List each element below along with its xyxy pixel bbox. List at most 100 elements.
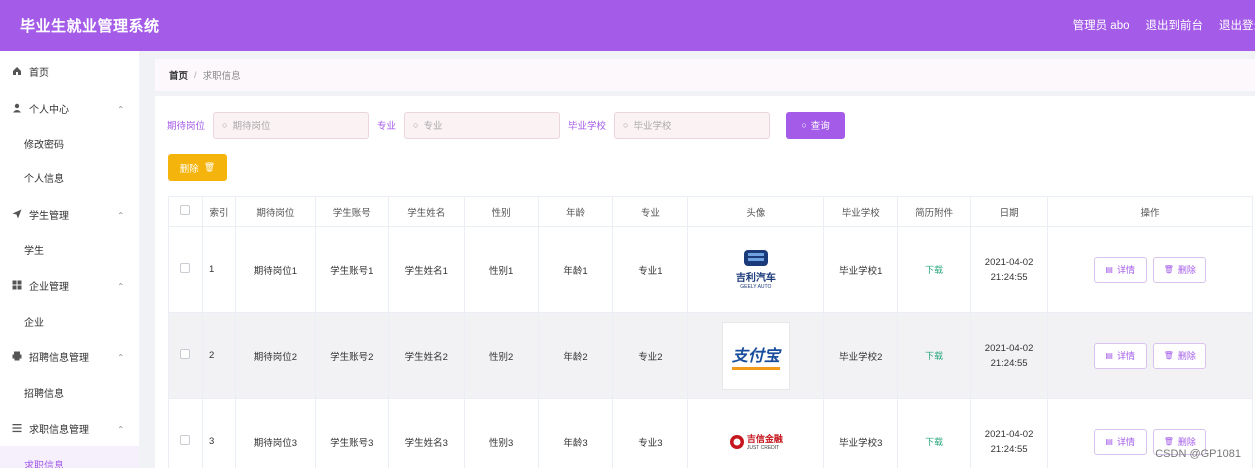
logout-link[interactable]: 退出登录 [1219,17,1255,33]
sidebar-sub-jobseek[interactable]: 求职信息 [0,446,139,468]
table-header-row: 索引 期待岗位 学生账号 学生姓名 性别 年龄 专业 头像 毕业学校 简历附件 … [168,196,1253,227]
select-all-checkbox[interactable] [180,205,191,215]
home-icon [12,66,22,76]
row-checkbox[interactable] [180,349,191,359]
download-link[interactable]: 下载 [925,265,943,275]
logo-subtext: GEELY AUTO [740,284,772,290]
sidebar-item-label: 首页 [29,67,49,79]
cell-index: 1 [201,226,236,313]
trash-icon: 🗑 [1163,437,1174,446]
school-search-input[interactable]: ○ 毕业学校 [614,111,771,139]
jobseek-table: 索引 期待岗位 学生账号 学生姓名 性别 年龄 专业 头像 毕业学校 简历附件 … [168,196,1253,468]
cell-gender: 性别2 [463,312,539,399]
logo-text: 支付宝 [731,342,780,370]
sidebar-sub-recruit[interactable]: 招聘信息 [0,374,139,410]
app-title: 毕业生就业管理系统 [20,18,160,35]
breadcrumb-current: 求职信息 [202,71,241,82]
sidebar-item-label: 学生管理 [29,210,69,222]
position-placeholder: 期待岗位 [232,121,271,132]
sidebar-sub-company[interactable]: 企业 [0,303,139,339]
send-icon [12,209,22,219]
major-search-input[interactable]: ○ 专业 [404,111,561,139]
download-link[interactable]: 下载 [925,351,943,361]
major-label: 专业 [377,121,397,132]
cell-date: 2021-04-02 [984,342,1034,354]
cell-position: 期待岗位1 [234,226,316,313]
sidebar: 首页 个人中心 ⌄ 修改密码 个人信息 学生管理 ⌄ 学生 企业管理 ⌄ 企业 … [0,51,139,468]
cell-major: 专业2 [612,312,689,399]
detail-label: 详情 [1116,437,1135,447]
detail-button[interactable]: ▤ 详情 [1093,342,1147,369]
trash-icon: 🗑 [1163,265,1174,274]
cell-school: 毕业学校3 [823,398,899,468]
cell-account: 学生账号1 [314,226,389,313]
sidebar-sub-personal-info[interactable]: 个人信息 [0,159,139,195]
cell-index: 3 [201,398,236,468]
grid-icon [12,280,22,290]
admin-user-link[interactable]: 管理员 abo [1073,17,1130,33]
sidebar-item-home[interactable]: 首页 [0,53,139,89]
sidebar-item-label: 个人中心 [29,104,69,116]
sidebar-item-personal[interactable]: 个人中心 ⌄ [0,90,139,126]
column-header: 操作 [1047,196,1253,227]
delete-label: 删除 [1177,265,1196,275]
delete-button[interactable]: 🗑 删除 [1153,256,1207,283]
sidebar-item-recruit-mgmt[interactable]: 招聘信息管理 ⌄ [0,338,139,374]
search-icon: ○ [413,120,419,130]
sidebar-sub-change-password[interactable]: 修改密码 [0,125,139,161]
sidebar-item-company-mgmt[interactable]: 企业管理 ⌄ [0,267,139,303]
download-link[interactable]: 下载 [925,437,943,447]
back-to-front-link[interactable]: 退出到前台 [1146,17,1204,33]
sidebar-item-jobseek-mgmt[interactable]: 求职信息管理 ⌄ [0,410,139,446]
delete-button[interactable]: 🗑 删除 [1153,342,1207,369]
column-header: 年龄 [537,196,614,227]
menu-icon [12,423,22,433]
school-label: 毕业学校 [568,121,607,132]
column-header: 性别 [463,196,539,227]
cell-name: 学生姓名3 [387,398,465,468]
cell-account: 学生账号3 [314,398,389,468]
sidebar-sub-student[interactable]: 学生 [0,231,139,267]
detail-button[interactable]: ▤ 详情 [1093,428,1147,455]
major-placeholder: 专业 [423,121,443,132]
row-checkbox[interactable] [180,263,191,273]
document-icon: ▤ [1105,265,1113,274]
search-icon: ○ [222,120,228,130]
column-header: 日期 [970,196,1049,227]
column-header: 头像 [687,196,825,227]
user-icon [12,103,22,113]
avatar: 吉利汽车 GEELY AUTO [721,235,790,304]
detail-button[interactable]: ▤ 详情 [1093,256,1147,283]
position-search-input[interactable]: ○ 期待岗位 [213,111,370,139]
cell-date: 2021-04-02 [984,428,1034,440]
cell-time: 21:24:55 [990,271,1028,283]
avatar: 支付宝 [721,321,790,390]
cell-time: 21:24:55 [990,443,1028,455]
printer-icon [12,351,22,361]
chevron-up-icon: ⌄ [117,103,125,114]
column-header: 学生账号 [314,196,389,227]
breadcrumb: 首页 / 求职信息 [155,59,1255,91]
cell-school: 毕业学校1 [823,226,899,313]
chevron-up-icon: ⌄ [117,351,125,362]
select-all-cell[interactable] [168,196,203,227]
cell-time: 21:24:55 [990,357,1028,369]
chevron-up-icon: ⌄ [117,280,125,291]
delete-label: 删除 [179,163,199,175]
column-header: 索引 [201,196,236,227]
row-checkbox[interactable] [180,435,191,445]
delete-label: 删除 [1177,351,1196,361]
cell-name: 学生姓名1 [387,226,465,313]
top-bar: 毕业生就业管理系统 管理员 abo 退出到前台 退出登录 [0,0,1255,51]
table-row: 1 期待岗位1 学生账号1 学生姓名1 性别1 年龄1 专业1 吉利汽车 GEE… [168,226,1253,313]
breadcrumb-home[interactable]: 首页 [169,68,188,82]
watermark: CSDN @GP1081 [1155,448,1241,460]
sidebar-item-student-mgmt[interactable]: 学生管理 ⌄ [0,196,139,232]
detail-label: 详情 [1116,265,1135,275]
cell-account: 学生账号2 [314,312,389,399]
sidebar-item-label: 企业管理 [29,281,69,293]
table-row: 3 期待岗位3 学生账号3 学生姓名3 性别3 年龄3 专业3 吉信金融 JUS… [168,398,1253,468]
batch-delete-button[interactable]: 删除 🗑 [168,154,227,181]
main-panel: 期待岗位 ○ 期待岗位 专业 ○ 专业 毕业学校 ○ 毕业学校 ○ 查询 删除 … [155,96,1255,468]
query-button[interactable]: ○ 查询 [786,111,846,139]
